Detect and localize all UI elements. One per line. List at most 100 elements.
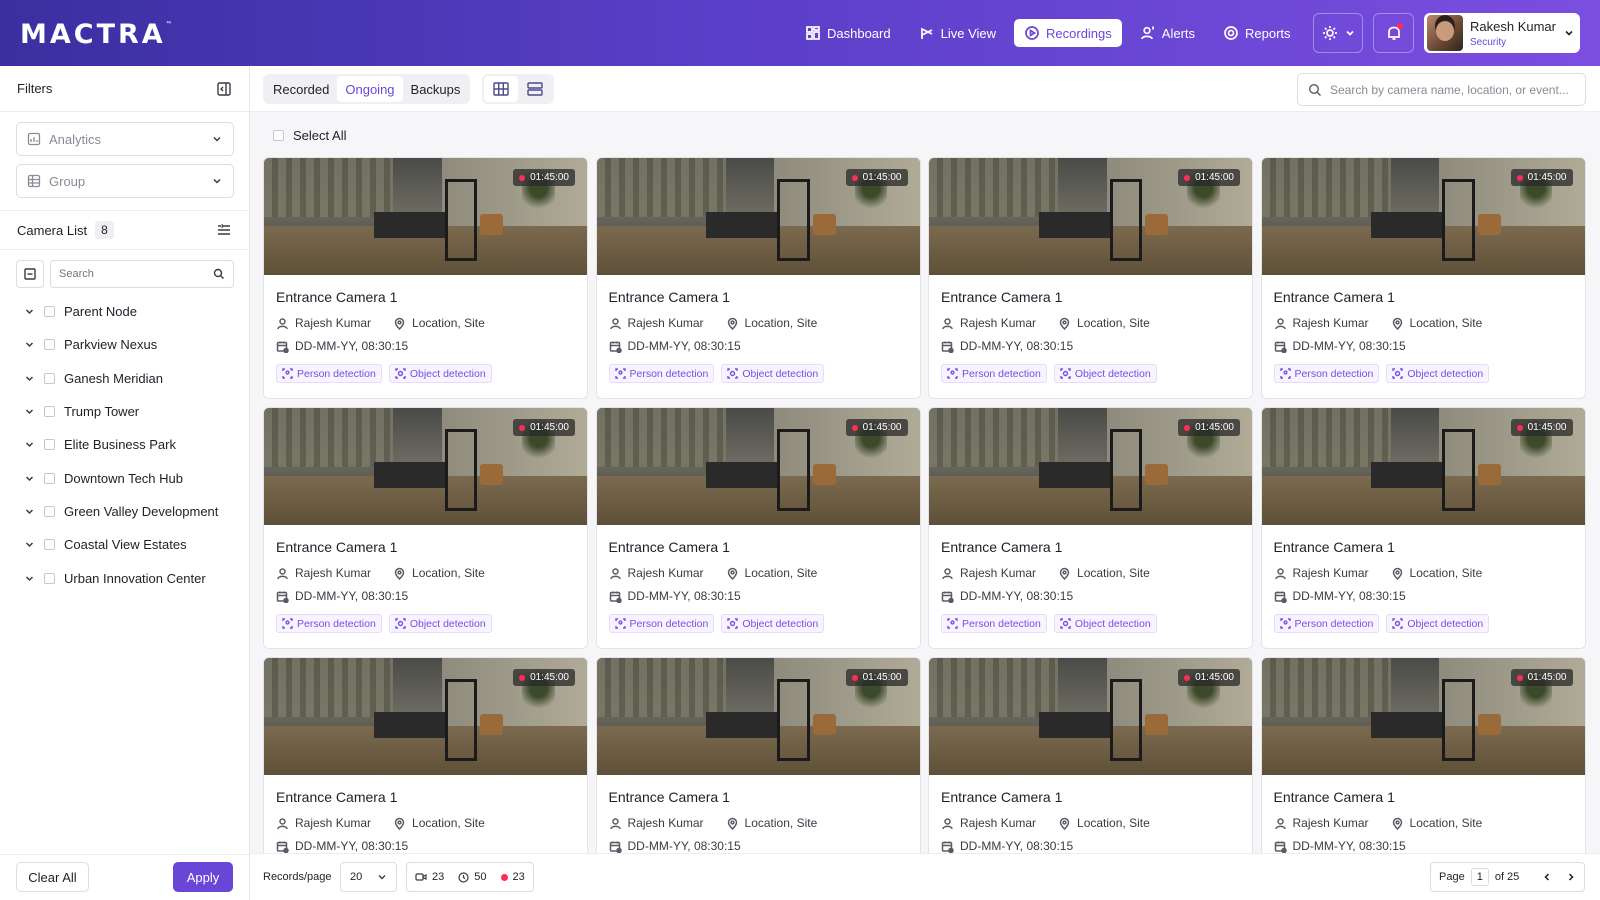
tree-item[interactable]: Elite Business Park — [24, 428, 218, 461]
tree-item[interactable]: Parkview Nexus — [24, 328, 218, 361]
recording-card[interactable]: 01:45:00 Entrance Camera 1 Rajesh Kumar Loc… — [1260, 157, 1586, 399]
recording-search-field[interactable] — [1297, 73, 1586, 106]
recording-card[interactable]: 01:45:00 Entrance Camera 1 Rajesh Kumar Loc… — [263, 657, 588, 853]
tree-item[interactable]: Ganesh Meridian — [24, 362, 218, 395]
select-all[interactable]: Select All — [273, 128, 346, 143]
tree-item[interactable]: Downtown Tech Hub — [24, 461, 218, 494]
nav-live-view[interactable]: Live View — [909, 19, 1006, 47]
recording-card[interactable]: 01:45:00 Entrance Camera 1 Rajesh Kumar Loc… — [263, 407, 588, 649]
recording-dot-icon — [1184, 424, 1191, 431]
recording-card[interactable]: 01:45:00 Entrance Camera 1 Rajesh Kumar Loc… — [595, 407, 921, 649]
tab-backups[interactable]: Backups — [403, 76, 469, 102]
recording-thumbnail[interactable]: 01:45:00 — [929, 408, 1252, 525]
user-name: Rakesh Kumar — [1470, 18, 1556, 34]
top-header: MACTRA™ Dashboard Live View Recordings A… — [0, 0, 1600, 66]
records-per-page-select[interactable]: 20 — [340, 862, 397, 892]
user-menu[interactable]: Rakesh Kumar Security — [1424, 13, 1580, 53]
recording-datetime: DD-MM-YY, 08:30:15 — [295, 339, 409, 353]
tab-ongoing[interactable]: Ongoing — [337, 76, 403, 102]
chevron-down-icon[interactable] — [24, 306, 35, 317]
page-label: Page — [1439, 871, 1465, 883]
chevron-down-icon[interactable] — [24, 439, 35, 450]
page-number-input[interactable]: 1 — [1470, 868, 1489, 886]
tree-item-checkbox[interactable] — [44, 505, 55, 517]
recording-search-input[interactable] — [1330, 82, 1575, 97]
select-all-checkbox[interactable] — [273, 130, 284, 141]
chevron-down-icon[interactable] — [24, 339, 35, 350]
location-pin-icon — [1392, 317, 1402, 330]
recording-card[interactable]: 01:45:00 Entrance Camera 1 Rajesh Kumar Loc… — [928, 657, 1253, 853]
chevron-down-icon[interactable] — [24, 573, 35, 584]
tree-item[interactable]: Coastal View Estates — [24, 528, 218, 561]
recording-thumbnail[interactable]: 01:45:00 — [596, 408, 920, 525]
analytics-dropdown[interactable]: Analytics — [16, 122, 234, 156]
recording-thumbnail[interactable]: 01:45:00 — [596, 158, 920, 275]
nav-reports[interactable]: Reports — [1213, 19, 1301, 47]
tree-item[interactable]: Green Valley Development — [24, 495, 218, 528]
collapse-all-button[interactable] — [16, 260, 44, 288]
settings-dropdown-button[interactable] — [1313, 13, 1363, 53]
chevron-down-icon[interactable] — [24, 406, 35, 417]
tree-item-checkbox[interactable] — [44, 339, 55, 351]
recording-card[interactable]: 01:45:00 Entrance Camera 1 Rajesh Kumar Loc… — [595, 657, 921, 853]
recording-card[interactable]: 01:45:00 Entrance Camera 1 Rajesh Kumar Loc… — [595, 157, 921, 399]
chevron-down-icon[interactable] — [24, 506, 35, 517]
nav-recordings[interactable]: Recordings — [1014, 19, 1122, 47]
duration-badge: 01:45:00 — [1510, 669, 1573, 686]
tree-item-checkbox[interactable] — [44, 572, 55, 584]
list-view-button[interactable] — [518, 76, 552, 102]
recording-card[interactable]: 01:45:00 Entrance Camera 1 Rajesh Kumar Loc… — [928, 407, 1253, 649]
recording-thumbnail[interactable]: 01:45:00 — [929, 658, 1252, 775]
recording-thumbnail[interactable]: 01:45:00 — [929, 158, 1252, 275]
tree-item-checkbox[interactable] — [44, 539, 55, 551]
recording-card[interactable]: 01:45:00 Entrance Camera 1 Rajesh Kumar Loc… — [1260, 657, 1586, 853]
recording-thumbnail[interactable]: 01:45:00 — [1261, 408, 1585, 525]
tree-item-checkbox[interactable] — [44, 472, 55, 484]
apply-button[interactable]: Apply — [173, 862, 233, 892]
tree-item-checkbox[interactable] — [44, 372, 55, 384]
grid-view-button[interactable] — [484, 76, 518, 102]
tree-item[interactable]: Urban Innovation Center — [24, 561, 218, 594]
recording-card[interactable]: 01:45:00 Entrance Camera 1 Rajesh Kumar Loc… — [928, 157, 1253, 399]
recording-thumbnail[interactable]: 01:45:00 — [264, 408, 587, 525]
brand-logo[interactable]: MACTRA™ — [20, 19, 172, 50]
object-detection-icon — [395, 368, 406, 379]
recording-dot-icon — [1184, 674, 1191, 681]
nav-alerts[interactable]: Alerts — [1130, 19, 1205, 47]
tree-item[interactable]: Trump Tower — [24, 395, 218, 428]
tree-item-checkbox[interactable] — [44, 439, 55, 451]
recording-thumbnail[interactable]: 01:45:00 — [1261, 158, 1585, 275]
chevron-down-icon[interactable] — [24, 539, 35, 550]
list-options-icon[interactable] — [216, 222, 232, 238]
person-detection-icon — [282, 368, 293, 379]
group-dropdown[interactable]: Group — [16, 164, 234, 198]
collapse-panel-icon[interactable] — [216, 81, 232, 97]
location-pin-icon — [727, 567, 737, 580]
recording-thumbnail[interactable]: 01:45:00 — [264, 158, 587, 275]
records-per-page-label: Records/page — [263, 871, 332, 883]
chevron-down-icon[interactable] — [24, 473, 35, 484]
nav-dashboard[interactable]: Dashboard — [795, 19, 901, 47]
camera-user: Rajesh Kumar — [960, 566, 1037, 580]
recording-card[interactable]: 01:45:00 Entrance Camera 1 Rajesh Kumar Loc… — [1260, 407, 1586, 649]
chevron-left-icon[interactable] — [1542, 872, 1552, 882]
tab-recorded[interactable]: Recorded — [265, 76, 337, 102]
recording-thumbnail[interactable]: 01:45:00 — [1261, 658, 1585, 775]
chevron-right-icon[interactable] — [1566, 872, 1576, 882]
clear-all-button[interactable]: Clear All — [16, 862, 89, 892]
tree-item[interactable]: Parent Node — [24, 295, 218, 328]
location-pin-icon — [394, 817, 405, 830]
recording-card[interactable]: 01:45:00 Entrance Camera 1 Rajesh Kumar Loc… — [263, 157, 588, 399]
tree-item-checkbox[interactable] — [44, 306, 55, 318]
chevron-down-icon[interactable] — [24, 373, 35, 384]
tag-object-detection: Object detection — [1386, 614, 1490, 633]
camera-search-field[interactable] — [50, 260, 234, 288]
user-icon — [1274, 317, 1286, 329]
notifications-button[interactable] — [1373, 13, 1414, 53]
camera-search-input[interactable] — [59, 268, 213, 280]
recording-thumbnail[interactable]: 01:45:00 — [264, 658, 587, 775]
recording-thumbnail[interactable]: 01:45:00 — [596, 658, 920, 775]
nav-label: Alerts — [1161, 25, 1196, 41]
tree-item-label: Trump Tower — [64, 404, 140, 420]
tree-item-checkbox[interactable] — [44, 406, 55, 418]
